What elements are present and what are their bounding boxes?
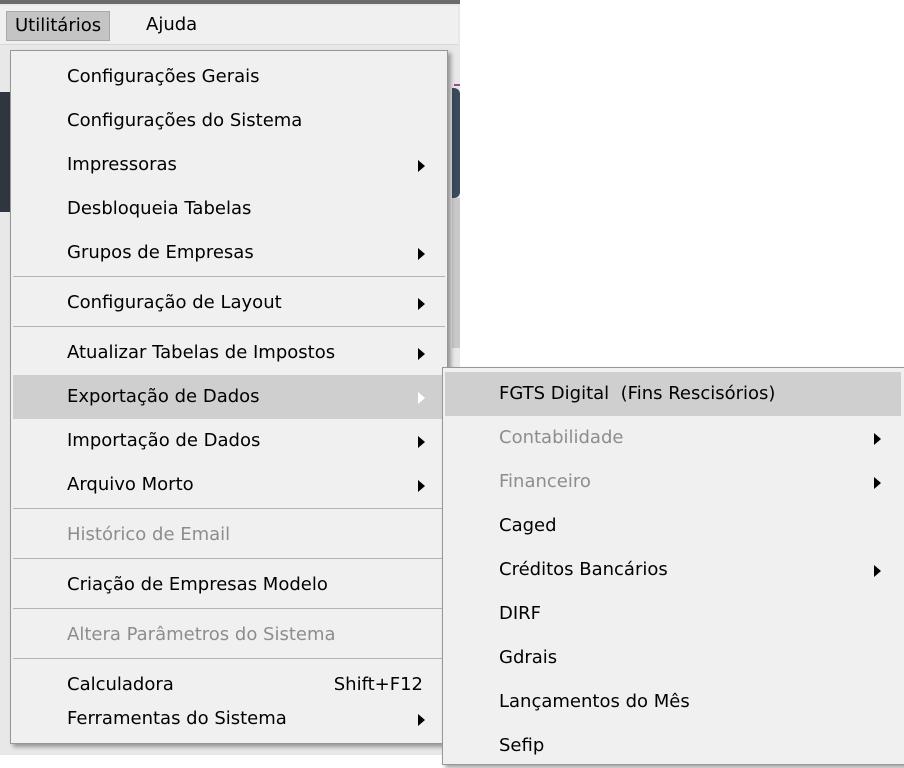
menu-item-label: Caged — [499, 515, 557, 536]
menu-item-label: Lançamentos do Mês — [499, 691, 690, 712]
menu-item-ferramentas-sistema[interactable]: Ferramentas do Sistema — [13, 697, 445, 741]
menu-item-label: Criação de Empresas Modelo — [67, 574, 328, 595]
menu-item-label: Atualizar Tabelas de Impostos — [67, 342, 336, 363]
menu-separator — [13, 276, 445, 277]
menu-item-label: Configurações Gerais — [67, 66, 260, 87]
background-window-edge-lower — [452, 198, 460, 348]
submenu-item-contabilidade: Contabilidade — [445, 416, 901, 460]
submenu-item-caged[interactable]: Caged — [445, 504, 901, 548]
menu-item-label: Gdrais — [499, 647, 558, 668]
menu-separator — [13, 326, 445, 327]
menu-bar: Utilitários Ajuda — [0, 6, 458, 45]
menu-item-label: Arquivo Morto — [67, 474, 194, 495]
exportacao-submenu: FGTS Digital (Fins Rescisórios) Contabil… — [442, 367, 904, 765]
menu-item-label: DIRF — [499, 603, 542, 624]
menu-item-historico-email: Histórico de Email — [13, 513, 445, 557]
menu-item-label: Configuração de Layout — [67, 292, 282, 313]
menu-item-label: Desbloqueia Tabelas — [67, 198, 252, 219]
menubar-utilitarios[interactable]: Utilitários — [6, 11, 111, 41]
menu-item-desbloqueia-tabelas[interactable]: Desbloqueia Tabelas — [13, 187, 445, 231]
submenu-item-sefip[interactable]: Sefip — [445, 724, 901, 768]
menu-item-label: Histórico de Email — [67, 524, 231, 545]
submenu-arrow-icon — [418, 392, 425, 404]
menu-item-label: Sefip — [499, 735, 545, 756]
menu-item-label: Créditos Bancários — [499, 559, 668, 580]
menu-item-label: FGTS Digital (Fins Rescisórios) — [499, 383, 776, 404]
menu-item-label: Importação de Dados — [67, 430, 261, 451]
menu-item-exportacao-dados[interactable]: Exportação de Dados — [13, 375, 445, 419]
menu-item-label: Configurações do Sistema — [67, 110, 303, 131]
menu-item-criacao-empresas-modelo[interactable]: Criação de Empresas Modelo — [13, 563, 445, 607]
menu-item-label: Financeiro — [499, 471, 591, 492]
menu-separator — [13, 558, 445, 559]
submenu-arrow-icon — [418, 348, 425, 360]
menu-item-configuracoes-gerais[interactable]: Configurações Gerais — [13, 55, 445, 99]
submenu-arrow-icon — [874, 565, 881, 577]
menu-item-grupos-empresas[interactable]: Grupos de Empresas — [13, 231, 445, 275]
background-panel-edge — [0, 92, 10, 212]
menubar-ajuda[interactable]: Ajuda — [138, 11, 205, 39]
menu-item-configuracao-layout[interactable]: Configuração de Layout — [13, 281, 445, 325]
menu-item-label: Ferramentas do Sistema — [67, 708, 287, 729]
menu-item-altera-parametros-sistema: Altera Parâmetros do Sistema — [13, 613, 445, 657]
submenu-item-creditos-bancarios[interactable]: Créditos Bancários — [445, 548, 901, 592]
menu-item-label: Exportação de Dados — [67, 386, 260, 407]
submenu-item-fgts-digital[interactable]: FGTS Digital (Fins Rescisórios) — [445, 372, 901, 416]
menu-item-configuracoes-sistema[interactable]: Configurações do Sistema — [13, 99, 445, 143]
menu-item-label: Grupos de Empresas — [67, 242, 254, 263]
menu-item-label: Calculadora — [67, 674, 174, 695]
submenu-arrow-icon — [418, 480, 425, 492]
menu-item-atualizar-tabelas-impostos[interactable]: Atualizar Tabelas de Impostos — [13, 331, 445, 375]
submenu-item-lancamentos-mes[interactable]: Lançamentos do Mês — [445, 680, 901, 724]
menu-item-importacao-dados[interactable]: Importação de Dados — [13, 419, 445, 463]
submenu-arrow-icon — [418, 248, 425, 260]
submenu-arrow-icon — [874, 433, 881, 445]
menu-item-label: Impressoras — [67, 154, 177, 175]
submenu-item-dirf[interactable]: DIRF — [445, 592, 901, 636]
menu-item-label: Altera Parâmetros do Sistema — [67, 624, 336, 645]
utilitarios-menu: Configurações Gerais Configurações do Si… — [10, 50, 448, 744]
submenu-arrow-icon — [418, 436, 425, 448]
submenu-arrow-icon — [418, 714, 425, 726]
menu-separator — [13, 608, 445, 609]
submenu-item-gdrais[interactable]: Gdrais — [445, 636, 901, 680]
background-window-edge — [452, 88, 460, 198]
menu-separator — [13, 658, 445, 659]
background-accent-line — [454, 84, 460, 86]
submenu-arrow-icon — [418, 298, 425, 310]
menu-item-arquivo-morto[interactable]: Arquivo Morto — [13, 463, 445, 507]
submenu-arrow-icon — [874, 477, 881, 489]
menu-item-impressoras[interactable]: Impressoras — [13, 143, 445, 187]
menu-item-label: Contabilidade — [499, 427, 624, 448]
submenu-arrow-icon — [418, 160, 425, 172]
window-top-border — [0, 0, 460, 4]
menu-separator — [13, 508, 445, 509]
submenu-item-financeiro: Financeiro — [445, 460, 901, 504]
